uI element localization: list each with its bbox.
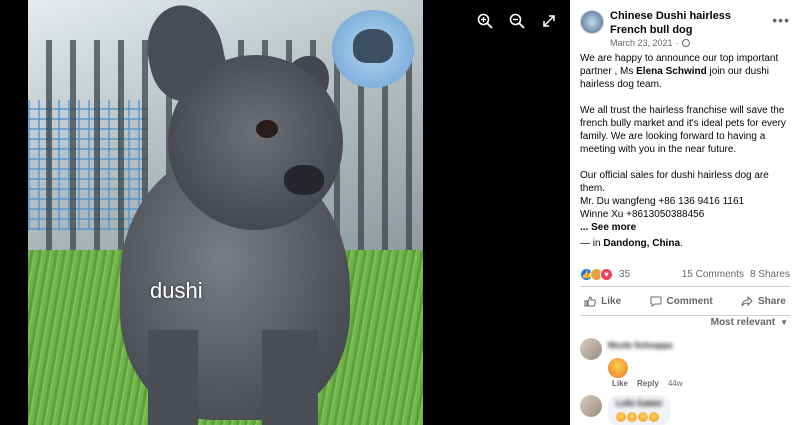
more-options-icon[interactable]: ••• [772, 12, 790, 28]
photo-post-viewer: dushi Chinese Dushi hairless French bull… [0, 0, 800, 425]
post-contact-1: Mr. Du wangfeng +86 136 9416 1161 [580, 196, 745, 207]
divider-bottom [580, 315, 790, 316]
post-text: We are happy to announce our top importa… [570, 52, 800, 250]
emoji-icon [616, 412, 626, 422]
location-link[interactable]: Dandong, China [603, 238, 680, 249]
comments-count-link[interactable]: 15 Comments [682, 269, 744, 280]
comment-item: Lolle Gabini [580, 395, 670, 425]
see-more-link[interactable]: ... See more [580, 221, 790, 234]
post-meta: March 23, 2021 · [610, 38, 690, 48]
fullscreen-icon[interactable] [540, 12, 558, 30]
meta-separator: · [675, 38, 679, 48]
reaction-count: 35 [619, 268, 631, 280]
comment-reply-button[interactable]: Reply [637, 379, 659, 388]
dog-nose [284, 165, 324, 195]
post-paragraph-3: Our official sales for dushi hairless do… [580, 170, 769, 194]
page-avatar[interactable] [580, 10, 604, 34]
emoji-icon [638, 412, 648, 422]
post-side-panel: Chinese Dushi hairless French bull dog M… [570, 0, 800, 425]
reaction-summary[interactable]: 👍 ♥ 35 [580, 267, 631, 281]
comment-timestamp[interactable]: 44w [668, 379, 683, 388]
share-label: Share [758, 295, 786, 307]
post-actions: Like Comment Share [570, 289, 800, 313]
comment-sort-dropdown[interactable]: Most relevant ▼ [711, 317, 788, 328]
photo-caption: dushi [150, 278, 203, 303]
zoom-in-icon[interactable] [476, 12, 494, 30]
comment-item: Nicole Schnappa [580, 338, 672, 378]
logo-dog-face [353, 29, 393, 63]
commenter-avatar[interactable] [580, 338, 602, 360]
commenter-name[interactable]: Nicole Schnappa [608, 341, 672, 350]
post-paragraph-2: We all trust the hairless franchise will… [580, 105, 786, 155]
love-reaction-icon: ♥ [600, 267, 613, 281]
comment-label: Comment [666, 295, 713, 307]
comment-content: Nicole Schnappa [608, 338, 672, 378]
tagged-person-link[interactable]: Elena Schwind [636, 66, 707, 77]
thumbs-up-icon [584, 295, 597, 306]
post-paragraph-1: We are happy to announce our top importa… [580, 52, 790, 91]
sort-label: Most relevant [710, 317, 776, 328]
comment-actions: Like Reply 44w [612, 379, 683, 388]
dog-eye [256, 120, 278, 138]
chevron-down-icon: ▼ [780, 318, 788, 327]
comment-button[interactable]: Comment [650, 296, 713, 307]
shares-count-link[interactable]: 8 Shares [750, 269, 790, 280]
dog-photo[interactable]: dushi [28, 0, 423, 425]
post-location: — in Dandong, China. [580, 237, 790, 250]
commenter-name[interactable]: Lolle Gabini [616, 399, 662, 408]
emoji-icon [627, 412, 637, 422]
location-suffix: . [680, 238, 683, 249]
globe-icon [681, 39, 690, 47]
stats-right: 15 Comments 8 Shares [682, 269, 790, 280]
like-button[interactable]: Like [584, 296, 621, 307]
share-icon [741, 295, 753, 306]
angry-emoji-icon [608, 358, 628, 378]
post-date[interactable]: March 23, 2021 [610, 38, 673, 48]
watermark-logo [332, 10, 414, 88]
commenter-avatar[interactable] [580, 395, 602, 417]
comment-icon [650, 296, 662, 307]
share-button[interactable]: Share [741, 295, 786, 307]
page-name-link[interactable]: Chinese Dushi hairless French bull dog [610, 9, 770, 37]
dog-head [168, 55, 343, 230]
viewer-toolbar [476, 12, 558, 30]
emoji-row [616, 412, 662, 422]
photo-viewer: dushi [0, 0, 570, 425]
divider-top [580, 286, 790, 287]
emoji-icon [649, 412, 659, 422]
post-header: Chinese Dushi hairless French bull dog M… [570, 0, 800, 52]
location-prefix: — in [580, 238, 604, 249]
dog-legs [138, 330, 338, 425]
comment-like-button[interactable]: Like [612, 379, 628, 388]
post-stats: 👍 ♥ 35 15 Comments 8 Shares [570, 264, 800, 284]
comment-bubble: Lolle Gabini [608, 395, 670, 425]
zoom-out-icon[interactable] [508, 12, 526, 30]
post-contact-2: Winne Xu +8613050388456 [580, 209, 705, 220]
like-label: Like [601, 295, 622, 307]
